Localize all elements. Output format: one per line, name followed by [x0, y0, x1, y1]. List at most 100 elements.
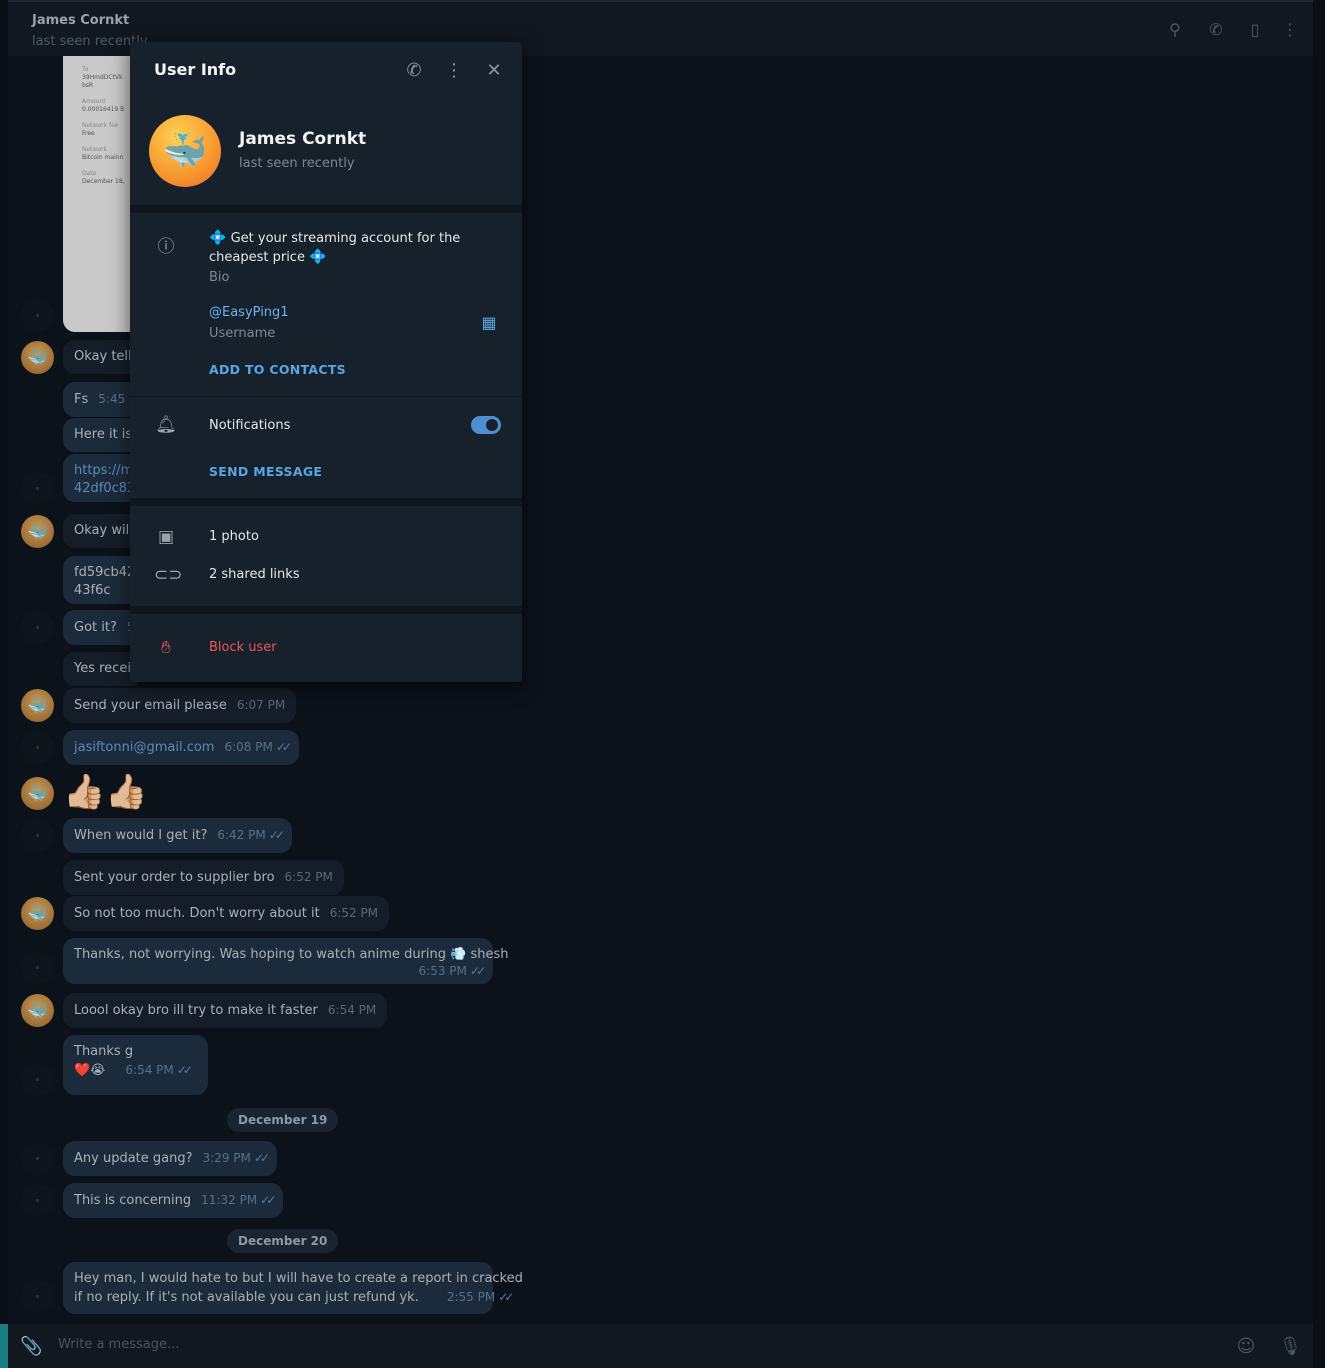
preview-to-label: To — [82, 66, 89, 73]
read-ticks-icon: ✓✓ — [498, 1290, 514, 1304]
own-avatar — [21, 299, 54, 332]
own-avatar — [21, 1063, 54, 1096]
message-time: 6:42 PM — [217, 828, 266, 842]
preview-network-value: Bitcoin mainn — [82, 154, 124, 161]
sidebar-toggle-icon[interactable]: ▯ — [1245, 20, 1265, 40]
notifications-label: Notifications — [209, 418, 291, 433]
read-ticks-icon: ✓✓ — [260, 1193, 276, 1207]
preview-fee-value: Free — [82, 130, 95, 137]
message-bubble[interactable]: Sent your order to supplier bro 6:52 PM — [63, 860, 344, 895]
message-text: 43f6c — [74, 583, 111, 598]
message-time: 6:52 PM — [284, 870, 333, 884]
message-bubble[interactable]: This is concerning 11:32 PM ✓✓ — [63, 1183, 284, 1218]
own-avatar — [21, 611, 54, 644]
message-text: Fs — [74, 392, 89, 407]
message-text: This is concerning — [74, 1193, 192, 1208]
diamond-icon: 💠 — [209, 230, 227, 246]
message-text: Sent your order to supplier bro — [74, 870, 275, 885]
preview-to-value-2: bsR — [82, 82, 94, 89]
date-separator: December 20 — [227, 1229, 339, 1253]
message-time: 6:54 PM — [125, 1063, 174, 1077]
read-ticks-icon: ✓✓ — [268, 828, 285, 842]
own-avatar — [21, 951, 54, 984]
username-value[interactable]: @EasyPing1 — [209, 305, 289, 320]
own-avatar — [21, 1184, 54, 1217]
contact-avatar[interactable]: 🐳 — [21, 341, 54, 374]
panel-title: User Info — [154, 60, 237, 79]
block-user-button[interactable]: Block user — [209, 640, 277, 655]
section-divider — [130, 606, 522, 614]
own-avatar — [21, 819, 54, 852]
message-input[interactable]: Write a message... — [58, 1337, 179, 1352]
diamond-icon: 💠 — [309, 249, 327, 265]
preview-network-label: Network — [82, 146, 108, 153]
message-link[interactable]: 42df0c83 — [74, 480, 135, 498]
message-bubble[interactable]: Hey man, I would hate to but I will have… — [63, 1262, 523, 1314]
read-ticks-icon: ✓✓ — [176, 1063, 193, 1077]
contact-avatar[interactable]: 🐳 — [21, 515, 54, 548]
phone-icon[interactable]: ✆ — [402, 59, 426, 83]
chat-title[interactable]: James Cornkt — [32, 13, 129, 28]
composer: 📎 Write a message... ☺ 🎙 — [8, 1324, 1313, 1368]
bio-value: Get your streaming account for the cheap… — [209, 231, 461, 265]
contact-avatar[interactable]: 🐳 — [21, 994, 54, 1027]
message-time: 6:08 PM — [224, 740, 273, 754]
message-text: Send your email please — [74, 698, 227, 713]
notifications-toggle[interactable] — [471, 416, 501, 434]
photos-item[interactable]: 1 photo — [209, 529, 259, 544]
contact-avatar[interactable]: 🐳 — [21, 777, 54, 810]
microphone-icon[interactable]: 🎙 — [1279, 1336, 1302, 1357]
left-edge — [0, 0, 8, 1368]
section-divider — [130, 396, 522, 397]
more-icon[interactable]: ⋮ — [442, 59, 466, 83]
message-bubble[interactable]: jasiftonni@gmail.com 6:08 PM ✓✓ — [63, 730, 299, 765]
search-icon[interactable]: ⚲ — [1165, 20, 1185, 40]
payment-screenshot[interactable]: To 39HmdDCtVk bsR Amount 0.00016419 B Ne… — [63, 56, 133, 332]
add-to-contacts-button[interactable]: ADD TO CONTACTS — [209, 362, 346, 377]
qr-code-icon[interactable]: ▦ — [479, 313, 499, 333]
shared-links-item[interactable]: 2 shared links — [209, 567, 300, 582]
username-label: Username — [209, 326, 276, 341]
composer-accent — [0, 1324, 8, 1368]
thumbs-up-sticker[interactable]: 👍🏼👍🏼 — [63, 772, 148, 812]
message-text: So not too much. Don't worry about it — [74, 906, 320, 921]
message-text: if no reply. If it's not available you c… — [74, 1290, 419, 1305]
message-text: When would I get it? — [74, 828, 208, 843]
send-message-button[interactable]: SEND MESSAGE — [209, 464, 322, 479]
message-text: Okay will — [74, 523, 133, 538]
more-icon[interactable]: ⋮ — [1280, 20, 1300, 40]
message-link[interactable]: https://m — [74, 462, 133, 480]
own-avatar — [21, 1142, 54, 1175]
phone-icon[interactable]: ✆ — [1206, 20, 1226, 40]
contact-avatar[interactable]: 🐳 — [21, 897, 54, 930]
contact-avatar[interactable]: 🐳 — [21, 689, 54, 722]
preview-to-value: 39HmdDCtVk — [82, 74, 123, 81]
message-text: Yes receiv — [74, 661, 139, 676]
attach-icon[interactable]: 📎 — [20, 1336, 42, 1357]
reactions[interactable]: ❤️😭 — [74, 1063, 105, 1078]
read-ticks-icon: ✓✓ — [469, 964, 486, 978]
user-info-panel: User Info ✆ ⋮ ✕ 🐳 James Cornkt last seen… — [130, 42, 522, 682]
info-icon: ⓘ — [157, 237, 175, 257]
emoji-icon[interactable]: ☺ — [1235, 1336, 1257, 1357]
message-bubble[interactable]: When would I get it? 6:42 PM ✓✓ — [63, 818, 292, 853]
own-avatar — [21, 1280, 54, 1313]
preview-date-label: Date — [82, 170, 97, 177]
bio-text[interactable]: 💠 Get your streaming account for the che… — [209, 229, 469, 267]
profile-status: last seen recently — [239, 156, 355, 171]
message-bubble[interactable]: So not too much. Don't worry about it 6:5… — [63, 896, 390, 931]
hand-stop-icon: ✋︎ — [161, 638, 171, 658]
message-bubble[interactable]: Thanks g ❤️😭 6:54 PM ✓✓ — [63, 1035, 208, 1095]
profile-avatar[interactable]: 🐳 — [149, 115, 221, 187]
toggle-knob — [484, 417, 500, 433]
preview-date-value: December 18, — [82, 178, 125, 185]
message-bubble[interactable]: Thanks, not worrying. Was hoping to watc… — [63, 938, 508, 984]
read-ticks-icon: ✓✓ — [275, 740, 292, 754]
message-text: Thanks g — [74, 1044, 134, 1059]
email-link[interactable]: jasiftonni@gmail.com — [74, 740, 214, 755]
message-bubble[interactable]: Send your email please 6:07 PM — [63, 688, 297, 723]
close-icon[interactable]: ✕ — [482, 59, 506, 83]
message-text: Got it? — [74, 620, 117, 635]
message-bubble[interactable]: Any update gang? 3:29 PM ✓✓ — [63, 1141, 277, 1176]
message-bubble[interactable]: Loool okay bro ill try to make it faster… — [63, 993, 388, 1028]
